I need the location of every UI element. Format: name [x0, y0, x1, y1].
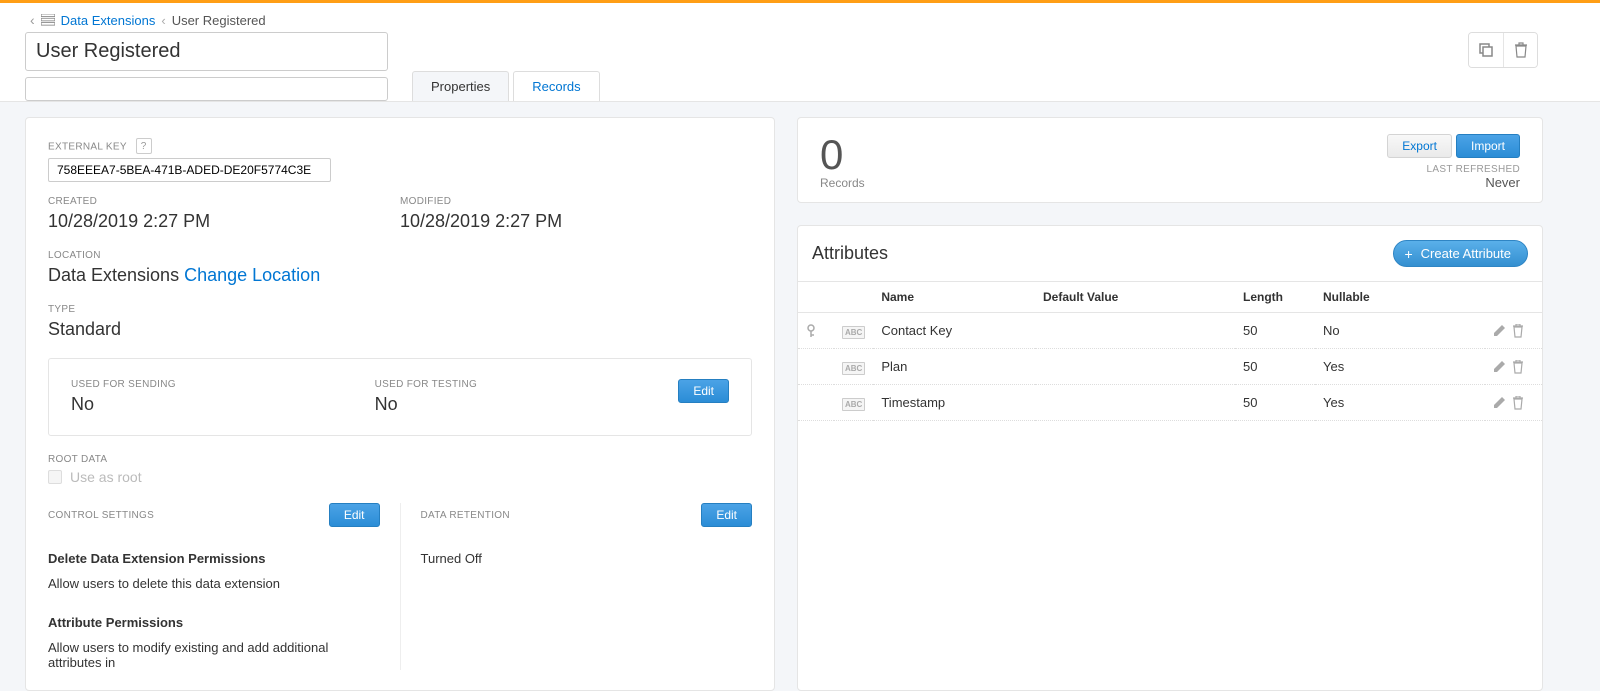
- attr-name: Plan: [873, 349, 1035, 385]
- tab-records[interactable]: Records: [513, 71, 599, 101]
- change-location-link[interactable]: Change Location: [184, 265, 320, 285]
- use-as-root-label: Use as root: [70, 469, 142, 485]
- attr-length: 50: [1235, 385, 1315, 421]
- attr-length: 50: [1235, 349, 1315, 385]
- delete-permissions-desc: Allow users to delete this data extensio…: [48, 576, 380, 591]
- sending-value: No: [71, 394, 375, 415]
- create-attribute-button[interactable]: + Create Attribute: [1393, 240, 1528, 267]
- records-label: Records: [820, 176, 865, 190]
- testing-label: USED FOR TESTING: [375, 379, 679, 390]
- breadcrumb-back-icon[interactable]: ‹: [30, 12, 35, 28]
- trash-icon[interactable]: [1512, 324, 1524, 338]
- sending-label: USED FOR SENDING: [71, 379, 375, 390]
- export-button[interactable]: Export: [1387, 134, 1452, 158]
- attr-nullable: No: [1315, 313, 1485, 349]
- edit-usage-button[interactable]: Edit: [678, 379, 729, 403]
- created-value: 10/28/2019 2:27 PM: [48, 211, 400, 232]
- col-length: Length: [1235, 282, 1315, 313]
- attributes-panel: Attributes + Create Attribute Name Defau…: [797, 225, 1543, 691]
- attribute-permissions-desc: Allow users to modify existing and add a…: [48, 640, 380, 670]
- data-retention-label: DATA RETENTION: [421, 510, 510, 521]
- primary-key-icon: [806, 324, 826, 338]
- attribute-permissions-heading: Attribute Permissions: [48, 615, 380, 630]
- attr-default: [1035, 313, 1235, 349]
- text-type-icon: ABC: [842, 362, 865, 375]
- tabs: Properties Records: [412, 71, 604, 101]
- col-default: Default Value: [1035, 282, 1235, 313]
- last-refreshed-value: Never: [1387, 175, 1520, 190]
- attributes-title: Attributes: [812, 243, 888, 264]
- plus-icon: +: [1404, 247, 1412, 261]
- table-row: ABC Plan 50Yes: [798, 349, 1542, 385]
- external-key-label: EXTERNAL KEY ?: [48, 138, 752, 154]
- text-type-icon: ABC: [842, 326, 865, 339]
- external-key-input[interactable]: [48, 158, 331, 182]
- use-as-root-checkbox[interactable]: [48, 470, 62, 484]
- tab-properties[interactable]: Properties: [412, 71, 509, 101]
- attr-name: Contact Key: [873, 313, 1035, 349]
- type-label: TYPE: [48, 304, 752, 315]
- col-name: Name: [873, 282, 1035, 313]
- control-settings-label: CONTROL SETTINGS: [48, 510, 154, 521]
- import-button[interactable]: Import: [1456, 134, 1520, 158]
- attr-length: 50: [1235, 313, 1315, 349]
- usage-box: USED FOR SENDING No USED FOR TESTING No …: [48, 358, 752, 436]
- attributes-table: Name Default Value Length Nullable ABC Co…: [798, 282, 1542, 421]
- attr-nullable: Yes: [1315, 349, 1485, 385]
- col-nullable: Nullable: [1315, 282, 1485, 313]
- breadcrumb-parent-link[interactable]: Data Extensions: [61, 13, 156, 28]
- data-extension-icon: [41, 14, 55, 26]
- location-value: Data Extensions Change Location: [48, 265, 752, 286]
- modified-value: 10/28/2019 2:27 PM: [400, 211, 752, 232]
- table-row: ABC Timestamp 50Yes: [798, 385, 1542, 421]
- chevron-left-icon: ‹: [161, 13, 165, 28]
- data-retention-value: Turned Off: [421, 551, 753, 566]
- properties-panel: EXTERNAL KEY ? CREATED 10/28/2019 2:27 P…: [25, 117, 775, 691]
- edit-data-retention-button[interactable]: Edit: [701, 503, 752, 527]
- table-row: ABC Contact Key 50No: [798, 313, 1542, 349]
- modified-label: MODIFIED: [400, 196, 752, 207]
- last-refreshed-label: LAST REFRESHED: [1387, 164, 1520, 175]
- attr-default: [1035, 385, 1235, 421]
- text-type-icon: ABC: [842, 398, 865, 411]
- records-count: 0: [820, 134, 865, 176]
- delete-permissions-heading: Delete Data Extension Permissions: [48, 551, 380, 566]
- description-input[interactable]: [25, 77, 388, 101]
- records-panel: 0 Records Export Import LAST REFRESHED N…: [797, 117, 1543, 203]
- location-label: LOCATION: [48, 250, 752, 261]
- edit-icon[interactable]: [1493, 396, 1506, 410]
- name-input[interactable]: [25, 32, 388, 71]
- attr-name: Timestamp: [873, 385, 1035, 421]
- trash-icon[interactable]: [1512, 396, 1524, 410]
- breadcrumb: ‹ Data Extensions ‹ User Registered: [0, 3, 1600, 32]
- edit-control-settings-button[interactable]: Edit: [329, 503, 380, 527]
- edit-icon[interactable]: [1493, 360, 1506, 374]
- attr-default: [1035, 349, 1235, 385]
- trash-icon[interactable]: [1512, 360, 1524, 374]
- copy-button[interactable]: [1469, 33, 1503, 67]
- created-label: CREATED: [48, 196, 400, 207]
- attr-nullable: Yes: [1315, 385, 1485, 421]
- root-data-label: ROOT DATA: [48, 454, 752, 465]
- help-icon[interactable]: ?: [136, 138, 152, 154]
- breadcrumb-current: User Registered: [172, 13, 266, 28]
- delete-button[interactable]: [1503, 33, 1537, 67]
- edit-icon[interactable]: [1493, 324, 1506, 338]
- testing-value: No: [375, 394, 679, 415]
- type-value: Standard: [48, 319, 752, 340]
